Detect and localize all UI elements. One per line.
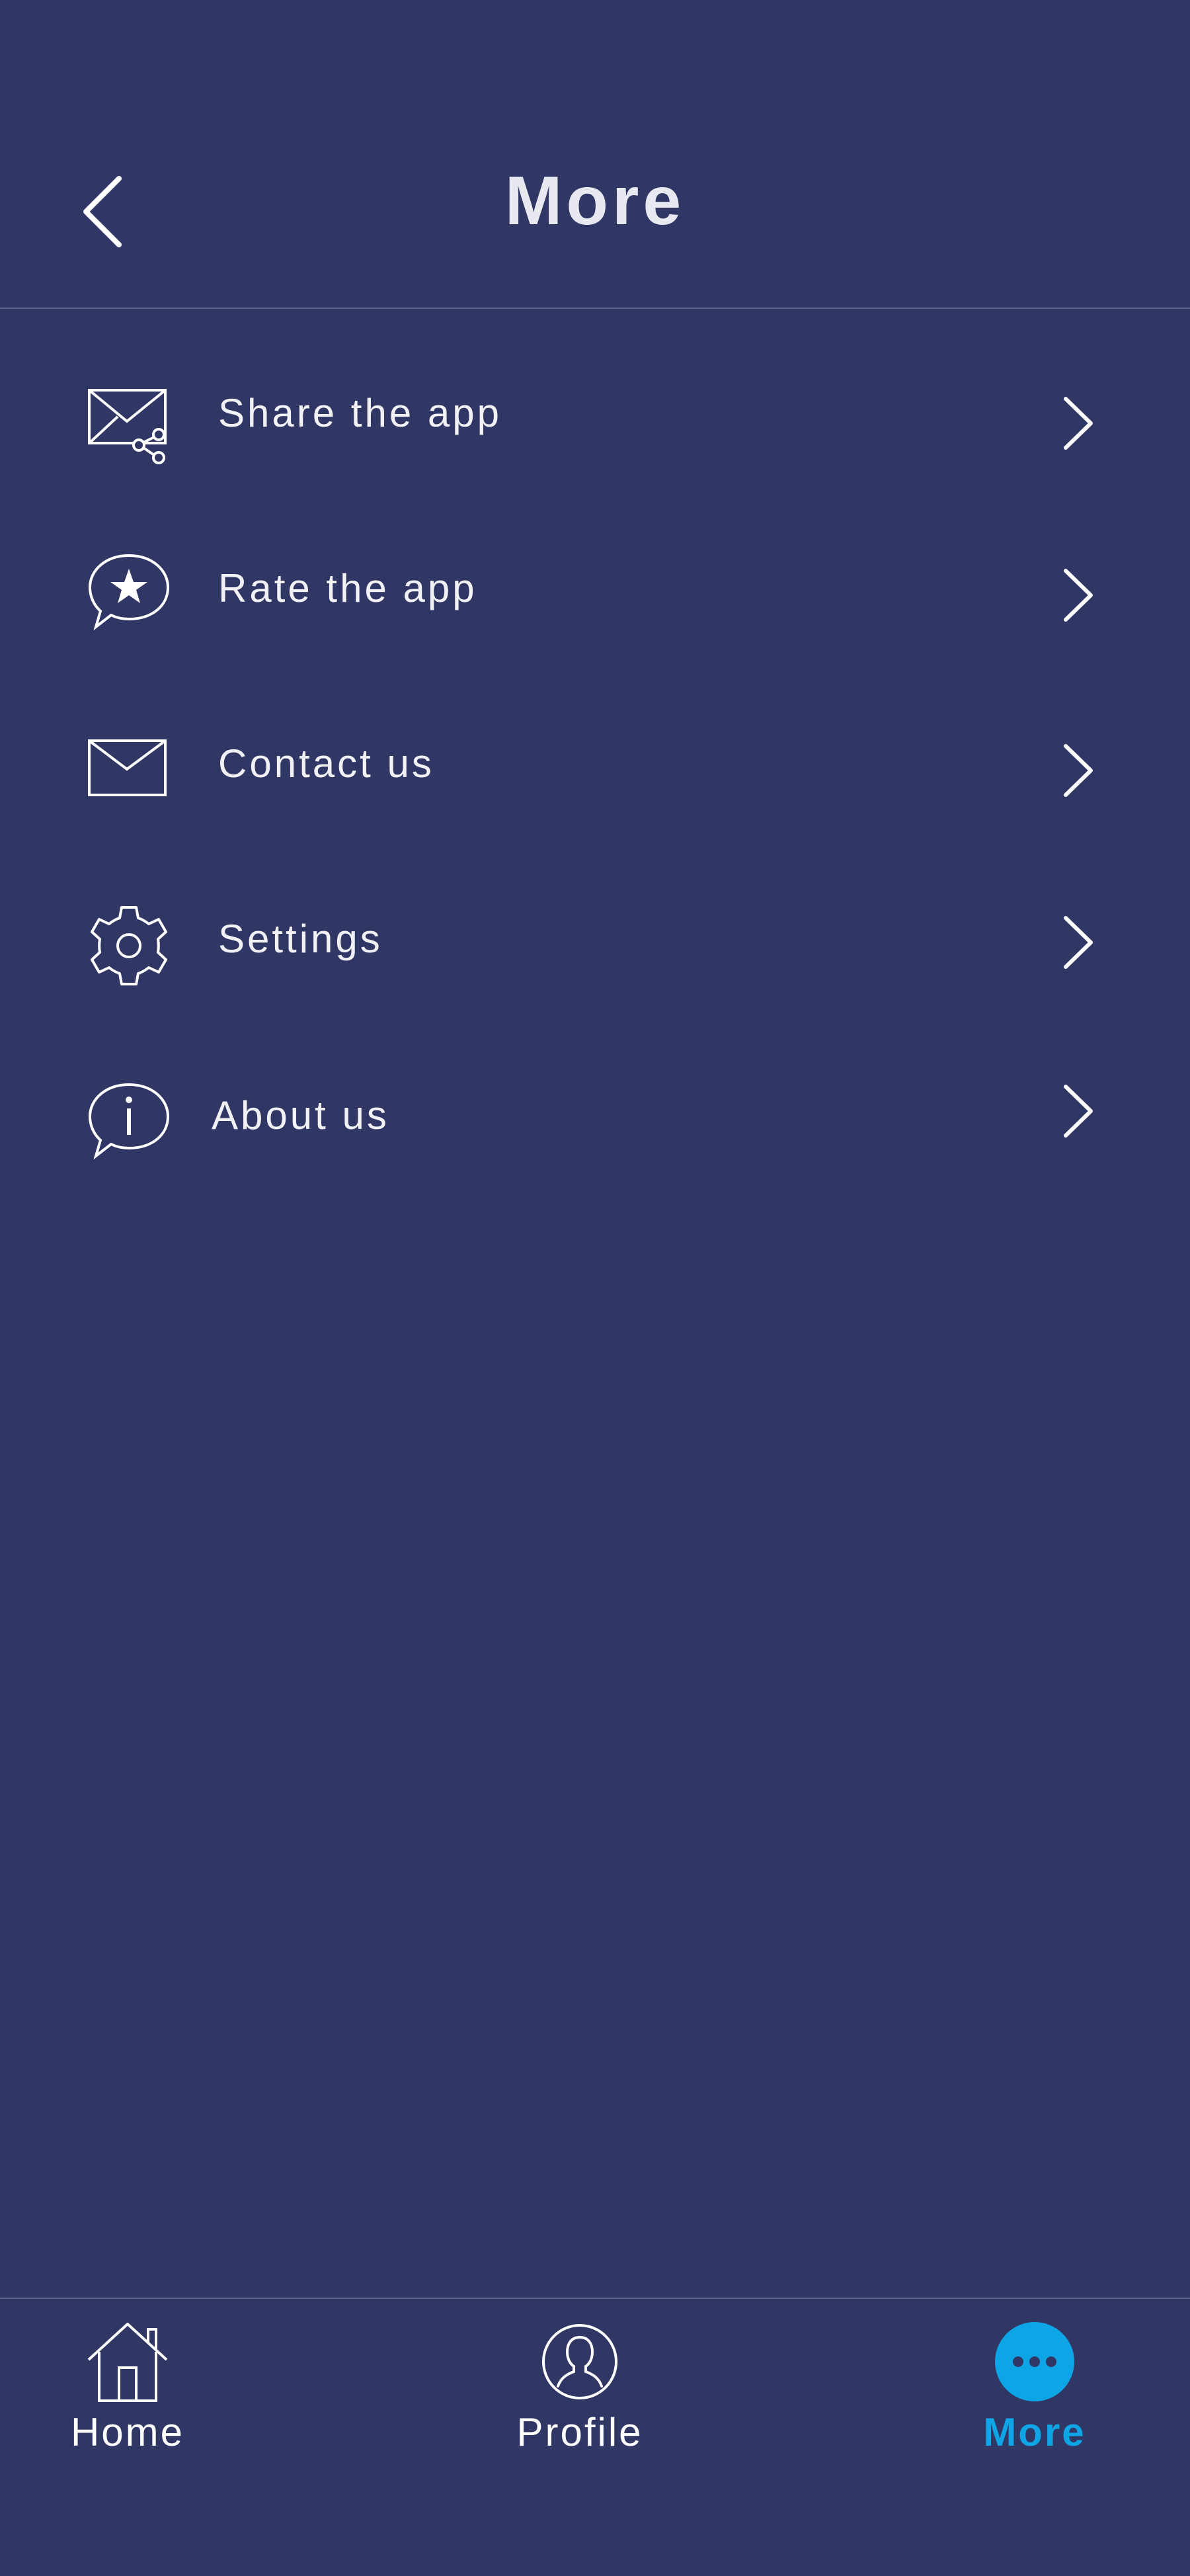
menu-item-label: Share the app [218,391,502,435]
tab-home[interactable]: Home [28,2299,227,2497]
menu-item-contact-us[interactable]: Contact us [0,698,1190,830]
gear-icon [91,906,167,985]
tab-home-label: Home [70,2410,185,2454]
more-dots-icon [995,2322,1074,2401]
chevron-right-icon [1064,916,1093,969]
menu-item-label: Settings [218,917,383,961]
tab-profile[interactable]: Profile [481,2299,679,2497]
menu-item-label: About us [212,1093,389,1138]
info-speech-bubble-icon [88,1083,170,1160]
page-title: More [504,163,686,239]
menu-item-label: Rate the app [218,566,477,610]
menu-item-rate-the-app[interactable]: Rate the app [0,522,1190,655]
menu-item-about-us[interactable]: About us [0,1052,1190,1184]
menu-item-settings[interactable]: Settings [0,873,1190,1005]
envelope-icon [88,739,167,796]
chevron-right-icon [1064,397,1093,450]
share-envelope-icon [88,389,167,464]
bottom-tab-bar: Home Profile More [0,2298,1190,2576]
profile-icon [542,2324,617,2399]
header-bar: More [0,0,1190,309]
menu-item-share-the-app[interactable]: Share the app [0,347,1190,479]
tab-profile-label: Profile [516,2410,643,2454]
star-speech-bubble-icon [88,554,170,631]
chevron-right-icon [1064,569,1093,622]
chevron-right-icon [1064,744,1093,797]
tab-more[interactable]: More [935,2299,1134,2497]
chevron-right-icon [1064,1085,1093,1138]
tab-more-label: More [983,2410,1086,2454]
home-icon [87,2323,168,2402]
menu-item-label: Contact us [218,741,434,786]
